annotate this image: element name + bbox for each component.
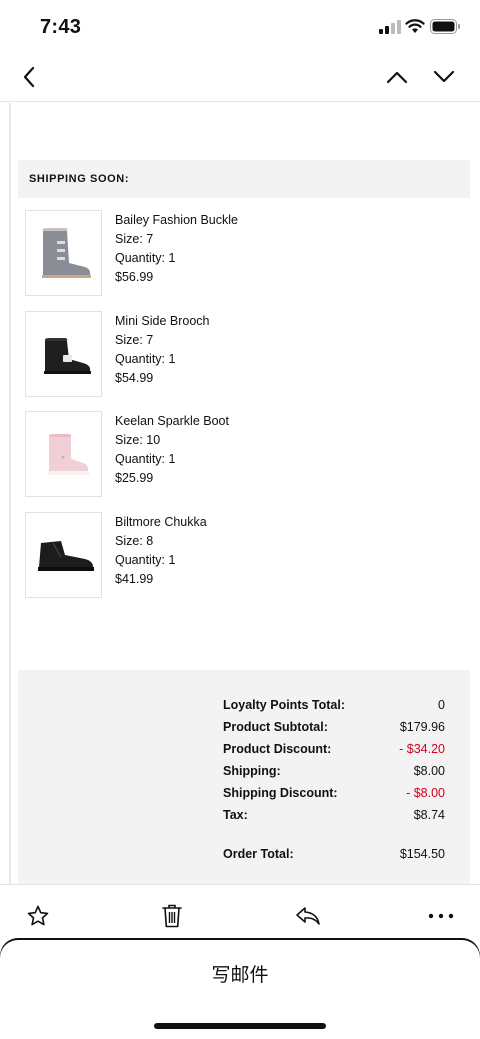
more-actions-button[interactable] [424,899,458,933]
reply-icon [296,907,320,925]
item-quantity: Quantity: 1 [115,452,176,466]
section-title: SHIPPING SOON: [29,173,130,185]
chevron-left-icon [23,66,35,88]
summary-value: - $8.00 [406,786,445,800]
mail-nav-bar [0,52,480,102]
shipping-row: Shipping: $8.00 [223,764,445,784]
reply-button[interactable] [291,899,325,933]
chevron-down-icon [433,70,455,83]
item-details: Bailey Fashion Buckle Size: 7 Quantity: … [115,211,238,287]
summary-value: $179.96 [399,720,445,734]
order-total-row: Order Total: $154.50 [223,847,445,867]
summary-label: Shipping Discount: [223,786,338,800]
item-name[interactable]: Bailey Fashion Buckle [115,211,238,230]
item-name[interactable]: Mini Side Brooch [115,312,210,331]
trash-icon [162,904,182,928]
item-price: $56.99 [115,270,154,284]
next-message-button[interactable] [429,62,459,92]
item-name[interactable]: Keelan Sparkle Boot [115,412,229,431]
order-item: Bailey Fashion Buckle Size: 7 Quantity: … [25,210,465,296]
item-size: Size: 8 [115,534,154,548]
cellular-signal-icon [379,20,401,34]
back-button[interactable] [14,62,44,92]
email-body[interactable]: SHIPPING SOON: Bailey Fashion Buckle Siz… [0,103,480,884]
summary-value: $154.50 [399,847,445,861]
product-discount-row: Product Discount: - $34.20 [223,742,445,762]
product-subtotal-row: Product Subtotal: $179.96 [223,720,445,740]
mail-action-toolbar [0,884,480,944]
product-image-grey-buckle-boot[interactable] [25,210,102,296]
star-icon [27,905,49,926]
wifi-icon [405,19,425,33]
order-item: Mini Side Brooch Size: 7 Quantity: 1 $54… [25,311,465,397]
order-summary: Loyalty Points Total: 0 Product Subtotal… [18,670,470,884]
item-quantity: Quantity: 1 [115,251,176,265]
compose-button[interactable]: 写邮件 [0,960,480,987]
shipping-discount-row: Shipping Discount: - $8.00 [223,786,445,806]
loyalty-points-row: Loyalty Points Total: 0 [223,698,445,718]
previous-message-button[interactable] [382,62,412,92]
status-time: 7:43 [40,16,82,38]
item-price: $25.99 [115,471,154,485]
battery-icon [430,19,460,34]
summary-value: $8.74 [413,808,445,822]
summary-label: Product Discount: [223,742,332,756]
summary-label: Tax: [223,808,248,822]
quote-divider [9,103,11,884]
item-name[interactable]: Biltmore Chukka [115,513,207,532]
chevron-up-icon [386,71,408,84]
home-indicator[interactable] [154,1023,326,1029]
flag-star-button[interactable] [21,899,55,933]
order-item: Keelan Sparkle Boot Size: 10 Quantity: 1… [25,411,465,497]
summary-label: Shipping: [223,764,281,778]
status-bar: 7:43 [0,0,480,52]
summary-label: Order Total: [223,847,294,861]
product-image-pink-sparkle-boot[interactable] [25,411,102,497]
item-price: $54.99 [115,371,154,385]
item-size: Size: 7 [115,333,154,347]
shipping-section-header: SHIPPING SOON: [18,160,470,198]
summary-value: 0 [438,698,445,712]
item-details: Mini Side Brooch Size: 7 Quantity: 1 $54… [115,312,210,388]
summary-value: $8.00 [413,764,445,778]
item-price: $41.99 [115,572,154,586]
item-quantity: Quantity: 1 [115,553,176,567]
summary-value: - $34.20 [399,742,445,756]
summary-label: Loyalty Points Total: [223,698,345,712]
item-size: Size: 10 [115,433,161,447]
item-details: Biltmore Chukka Size: 8 Quantity: 1 $41.… [115,513,207,589]
summary-label: Product Subtotal: [223,720,328,734]
compose-sheet[interactable]: 写邮件 [0,940,480,1039]
product-image-black-chukka-boot[interactable] [25,512,102,598]
item-size: Size: 7 [115,232,154,246]
order-item: Biltmore Chukka Size: 8 Quantity: 1 $41.… [25,512,465,598]
more-icon [428,913,454,919]
item-quantity: Quantity: 1 [115,352,176,366]
delete-button[interactable] [155,899,189,933]
item-details: Keelan Sparkle Boot Size: 10 Quantity: 1… [115,412,229,488]
tax-row: Tax: $8.74 [223,808,445,828]
product-image-black-brooch-boot[interactable] [25,311,102,397]
